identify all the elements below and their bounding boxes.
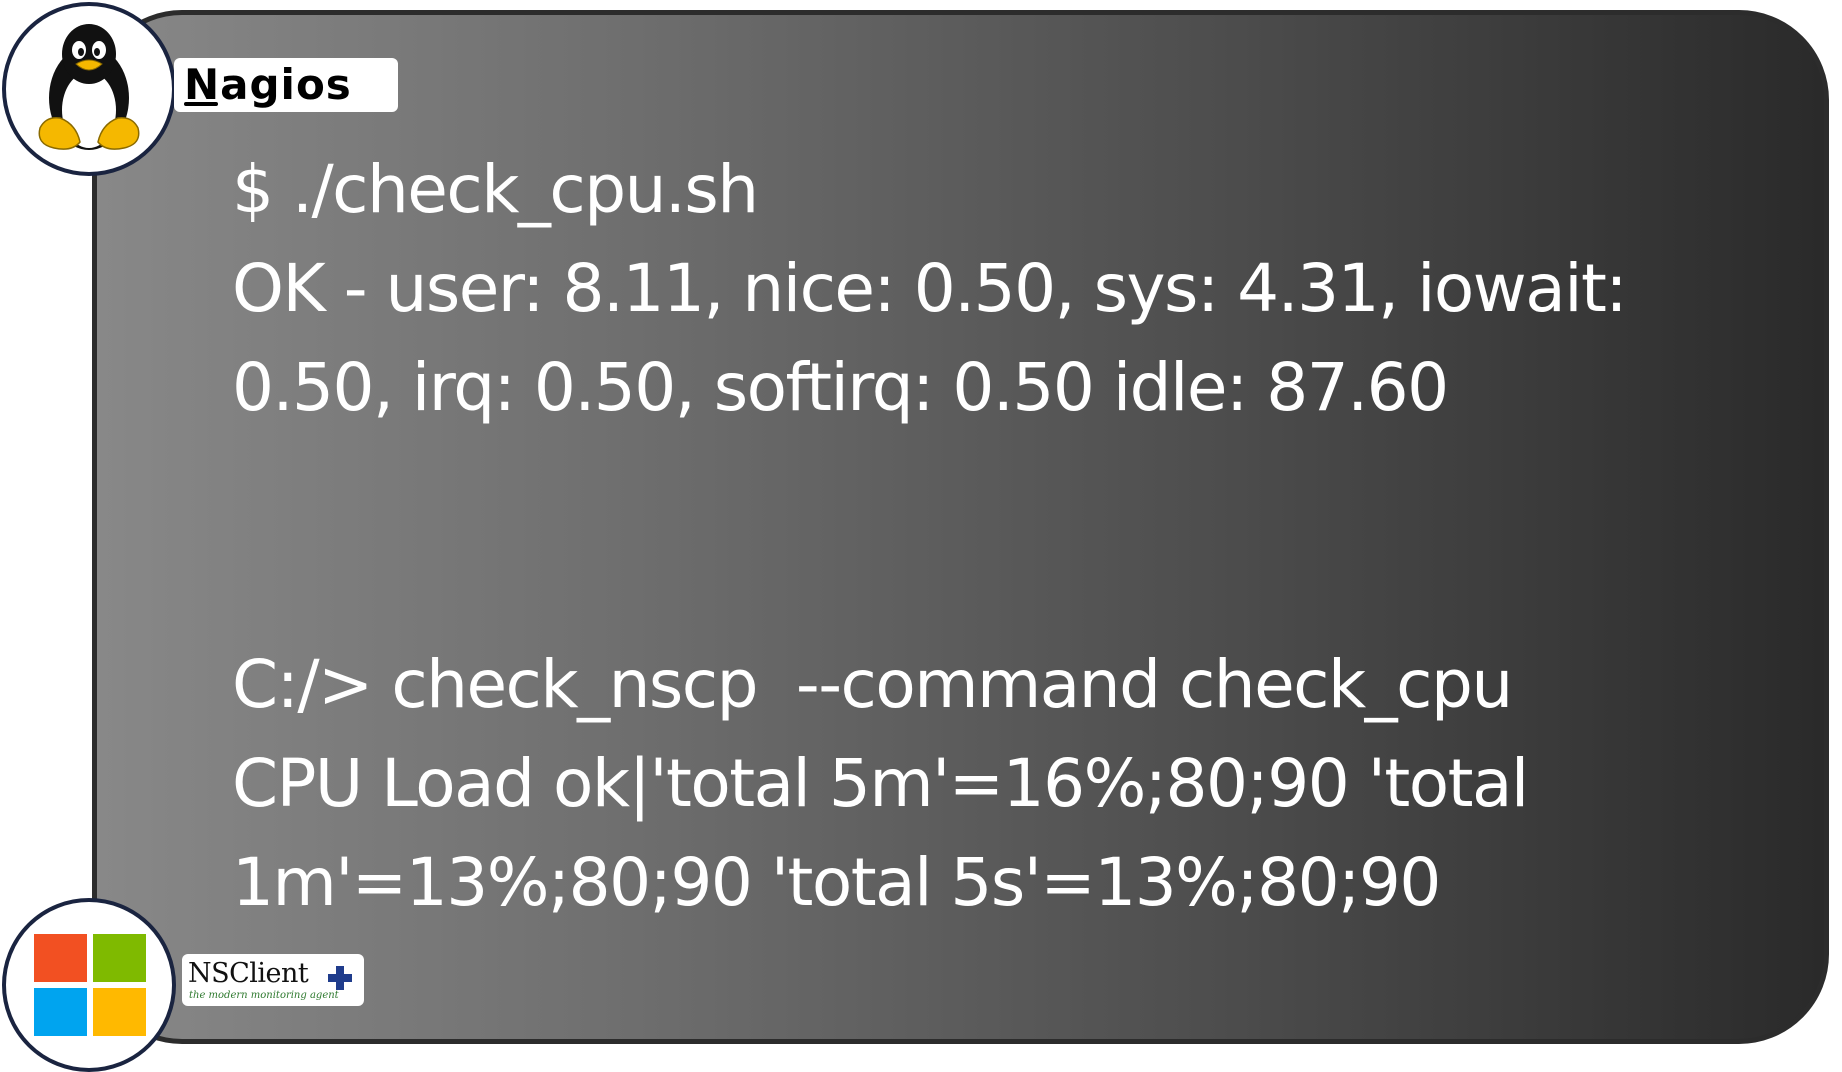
plus-icon <box>328 966 352 990</box>
windows-output-line-2: 1m'=13%;80;90 'total 5s'=13%;80;90 <box>232 844 1441 921</box>
linux-badge <box>2 2 176 176</box>
nsclient-logo-text: NSClient <box>188 958 309 989</box>
windows-logo-icon <box>34 934 146 1036</box>
linux-output-line-2: 0.50, irq: 0.50, softirq: 0.50 idle: 87.… <box>232 349 1449 426</box>
linux-command: $ ./check_cpu.sh <box>232 151 759 228</box>
nagios-underline <box>184 102 218 106</box>
nsclient-tagline: the modern monitoring agent <box>189 990 339 1001</box>
windows-output-line-1: CPU Load ok|'total 5m'=16%;80;90 'total <box>232 745 1529 822</box>
tux-penguin-icon <box>38 24 140 150</box>
nagios-label: Nagios <box>174 58 398 112</box>
linux-output-line-1: OK - user: 8.11, nice: 0.50, sys: 4.31, … <box>232 250 1628 327</box>
terminal-output: $ ./check_cpu.sh OK - user: 8.11, nice: … <box>232 140 1792 932</box>
nsclient-label: NSClient the modern monitoring agent <box>182 954 364 1006</box>
windows-command: C:/> check_nscp --command check_cpu <box>232 646 1513 723</box>
windows-badge <box>2 898 176 1072</box>
